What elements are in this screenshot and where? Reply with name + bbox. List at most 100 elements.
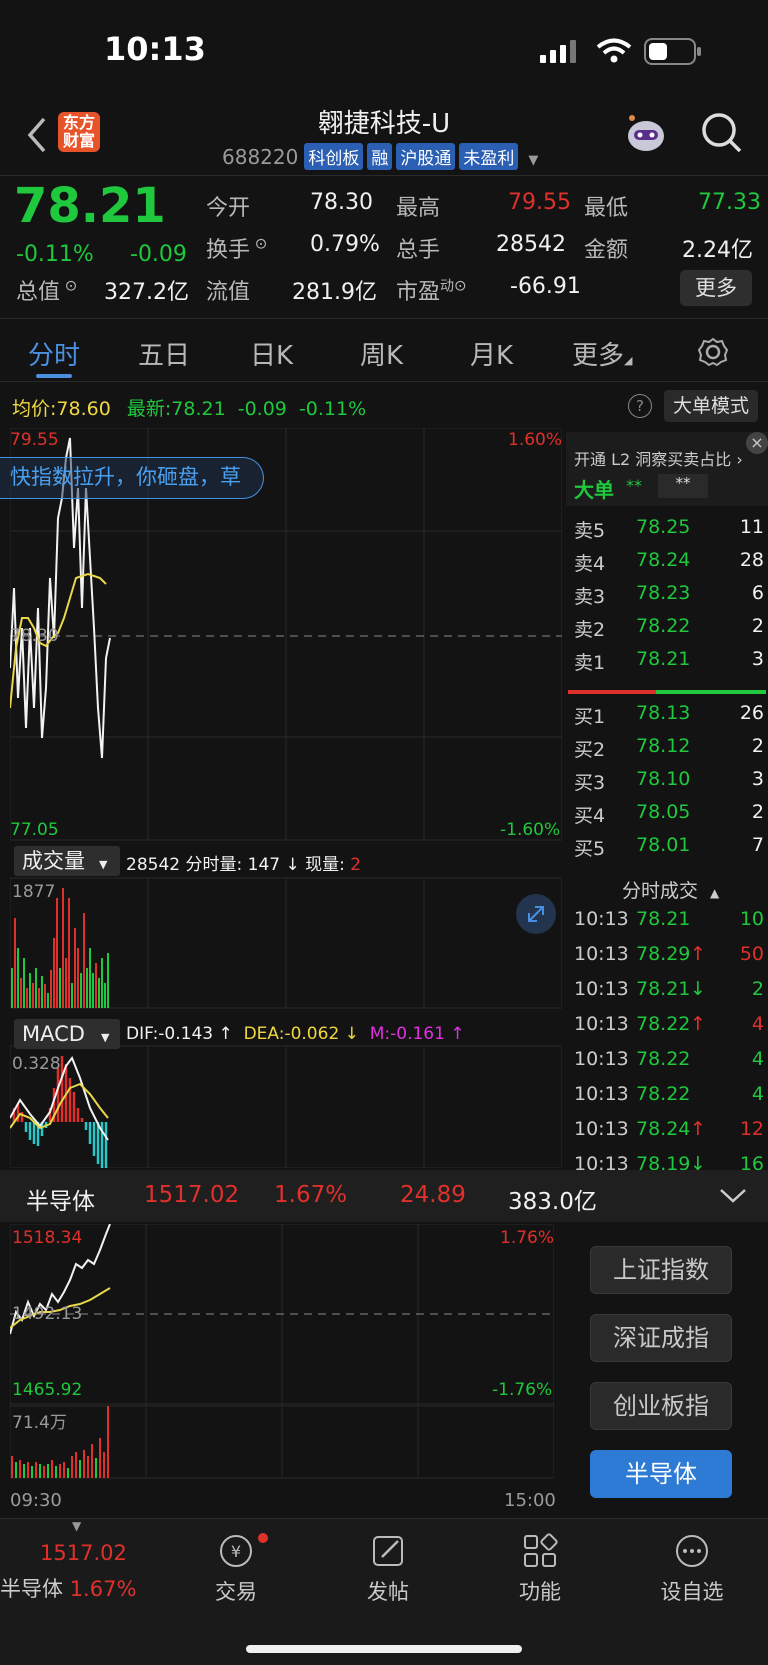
- trade-time: 10:13: [574, 978, 629, 1000]
- tab-intraday[interactable]: 分时: [28, 335, 80, 372]
- trade-price: 78.22: [636, 1048, 691, 1070]
- tab-weekly[interactable]: 周K: [360, 335, 403, 372]
- index-button-chinext[interactable]: 创业板指: [590, 1382, 732, 1430]
- chart-pmin: -1.60%: [500, 820, 561, 840]
- tab-more[interactable]: 更多◢: [572, 335, 632, 372]
- macd-selector[interactable]: MACD ▼: [14, 1019, 120, 1049]
- trade-arrow: ↑: [690, 1118, 706, 1140]
- level-price: 78.25: [636, 516, 691, 538]
- trade-arrow: ↓: [690, 978, 706, 1000]
- last-price: 78.21: [14, 178, 166, 234]
- latest-value: 78.21: [171, 398, 226, 420]
- pe-label: 市盈动⊙: [396, 274, 467, 306]
- expand-icon[interactable]: [516, 894, 556, 934]
- header: 东方 财富 翱捷科技-U 688220 科创板融沪股通 未盈利 ▼: [0, 95, 768, 175]
- latest-label: 最新:: [126, 398, 172, 420]
- index-button-sse[interactable]: 上证指数: [590, 1246, 732, 1294]
- robot-assistant-icon[interactable]: [622, 110, 670, 158]
- chevron-down-icon[interactable]: [718, 1186, 748, 1206]
- latest-pct: -0.11%: [298, 398, 367, 420]
- volume-selector[interactable]: 成交量 ▼: [14, 846, 120, 876]
- level-price: 78.10: [636, 768, 691, 790]
- settings-gear-icon[interactable]: [698, 337, 728, 367]
- level-label: 卖2: [574, 619, 606, 641]
- low-label: 最低: [584, 196, 629, 221]
- tabbar-functions[interactable]: 功能: [500, 1531, 580, 1606]
- macd-dea: DEA:-0.062 ↓: [243, 1024, 359, 1044]
- level-price: 78.01: [636, 834, 691, 856]
- level-label: 卖1: [574, 652, 606, 674]
- sector-value: 1517.02: [144, 1182, 240, 1208]
- tabbar-watchlist[interactable]: 设自选: [652, 1531, 732, 1606]
- orderbook-row: 卖3 78.23 6: [566, 582, 768, 610]
- macd-info: DIF:-0.143 ↑ DEA:-0.062 ↓ M:-0.161 ↑: [126, 1024, 465, 1044]
- trades-title[interactable]: 分时成交 ▲: [622, 876, 719, 903]
- tab-daily[interactable]: 日K: [250, 335, 293, 372]
- level-price: 78.12: [636, 735, 691, 757]
- tab-monthly[interactable]: 月K: [470, 335, 513, 372]
- macd-m: M:-0.161 ↑: [369, 1024, 465, 1044]
- trade-arrow: ↓: [690, 1153, 706, 1170]
- volume-ymax: 1877: [12, 882, 56, 902]
- sector-vol: 71.4万: [12, 1413, 67, 1433]
- volume-value: 28542: [496, 232, 566, 257]
- big-order-val1: **: [626, 476, 642, 495]
- level-volume: 3: [751, 648, 764, 670]
- high-label: 最高: [396, 196, 441, 221]
- big-order-mode-button[interactable]: 大单模式: [664, 390, 758, 422]
- level-price: 78.24: [636, 549, 691, 571]
- home-indicator: [246, 1645, 522, 1653]
- tags-dropdown-icon[interactable]: ▼: [528, 153, 538, 168]
- bottom-tabbar: ▼ 1517.02 半导体 1.67% ¥ 交易 发帖 功能 设自选: [0, 1518, 768, 1665]
- info-icon[interactable]: ⊙: [60, 277, 78, 295]
- time-end: 15:00: [504, 1490, 556, 1511]
- turnover-label: 换手 ⊙: [206, 232, 267, 264]
- info-icon[interactable]: ⊙: [250, 235, 268, 253]
- open-label: 今开: [206, 196, 251, 221]
- trade-volume: 4: [751, 1048, 764, 1070]
- trade-volume: 4: [751, 1083, 764, 1105]
- sector-amount: 383.0亿: [508, 1189, 597, 1215]
- orderbook-row: 买1 78.13 26: [566, 702, 768, 730]
- avg-label: 均价:: [12, 398, 57, 420]
- orderbook-row: 卖5 78.25 11: [566, 516, 768, 544]
- level-volume: 26: [739, 702, 764, 724]
- info-icon[interactable]: ⊙: [454, 277, 467, 295]
- sector-strip[interactable]: 半导体 1517.02 1.67% 24.89 383.0亿: [0, 1170, 768, 1222]
- intraday-chart: [10, 428, 562, 1168]
- tabbar-trade[interactable]: ¥ 交易: [196, 1531, 276, 1606]
- trade-price: 78.19: [636, 1153, 691, 1170]
- l2-promo[interactable]: 开通 L2 洞察买卖占比 › 大单 ** ** ×: [566, 432, 768, 506]
- more-button[interactable]: 更多: [680, 270, 752, 306]
- mktcap-label-text: 总值: [16, 280, 61, 305]
- volume-selector-label: 成交量: [22, 849, 85, 873]
- tabbar-trade-label: 交易: [215, 1580, 257, 1604]
- avg-price-bar: 均价:78.60 最新:78.21 -0.09 -0.11%: [12, 394, 366, 421]
- pe-value: -66.91: [510, 274, 581, 299]
- turnover-label-text: 换手: [206, 238, 251, 263]
- chart-ymin: 77.05: [10, 820, 59, 840]
- level-price: 78.23: [636, 582, 691, 604]
- close-icon[interactable]: ×: [746, 432, 768, 454]
- fen-label: 分时量:: [185, 855, 243, 875]
- comment-banner[interactable]: 快指数拉升，你砸盘，草: [0, 457, 264, 499]
- big-order-label: 大单: [574, 478, 614, 502]
- search-icon[interactable]: [700, 111, 744, 155]
- level-volume: 7: [751, 834, 764, 856]
- tab-5day[interactable]: 五日: [138, 335, 190, 372]
- help-icon[interactable]: ?: [628, 394, 652, 418]
- tabbar-sector-name: 半导体: [0, 1577, 63, 1601]
- level-label: 买3: [574, 772, 606, 794]
- mktcap-label: 总值 ⊙: [16, 274, 77, 306]
- trade-price: 78.21: [636, 978, 691, 1000]
- status-bar: 10:13: [0, 0, 768, 100]
- tabbar-sector-pct: 1.67%: [69, 1577, 137, 1601]
- tabbar-post[interactable]: 发帖: [348, 1531, 428, 1606]
- volume-label: 总手: [396, 238, 441, 263]
- trade-arrow: ↑: [690, 1013, 706, 1035]
- trade-time: 10:13: [574, 1048, 629, 1070]
- tabbar-sector[interactable]: ▼ 1517.02 半导体 1.67%: [0, 1519, 160, 1609]
- index-button-szse[interactable]: 深证成指: [590, 1314, 732, 1362]
- index-button-semiconductor[interactable]: 半导体: [590, 1450, 732, 1498]
- macd-ymax: 0.328: [12, 1054, 61, 1074]
